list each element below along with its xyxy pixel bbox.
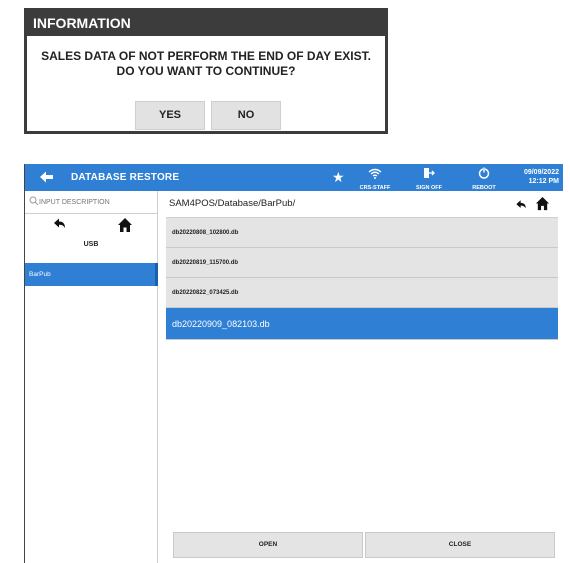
no-button[interactable]: NO [211, 101, 281, 130]
close-button[interactable]: CLOSE [365, 532, 555, 558]
left-panel: USB BarPub [25, 191, 158, 563]
home-icon[interactable] [117, 217, 133, 238]
dialog-message: SALES DATA OF NOT PERFORM THE END OF DAY… [27, 49, 385, 79]
wifi-status[interactable]: CRS-STAFF [350, 166, 400, 191]
left-nav-row [25, 214, 157, 236]
dialog-title: INFORMATION [27, 11, 385, 36]
back-arrow-icon[interactable] [39, 170, 55, 184]
search-box [25, 191, 157, 214]
open-button[interactable]: OPEN [173, 532, 363, 558]
reboot-button[interactable]: REBOOT [459, 166, 509, 191]
search-icon [29, 196, 39, 206]
dialog-message-line2: DO YOU WANT TO CONTINUE? [116, 64, 296, 78]
right-panel: SAM4POS/Database/BarPub/ db20220808_1028… [166, 191, 558, 563]
top-bar: DATABASE RESTORE ★ CRS-STAFF SIGN OFF RE… [25, 164, 563, 191]
sign-out-icon [424, 168, 435, 178]
current-path: SAM4POS/Database/BarPub/ [169, 198, 296, 209]
page-title: DATABASE RESTORE [71, 172, 180, 183]
file-row-selected[interactable]: db20220909_082103.db [166, 308, 558, 340]
date-text: 09/09/2022 [523, 169, 559, 176]
path-bar: SAM4POS/Database/BarPub/ [166, 191, 558, 218]
star-icon[interactable]: ★ [332, 169, 345, 185]
sign-off-button[interactable]: SIGN OFF [404, 166, 454, 191]
action-bar: OPEN CLOSE [173, 532, 556, 558]
undo-arrow-icon[interactable] [515, 198, 528, 216]
file-row[interactable]: db20220822_073425.db [166, 278, 558, 308]
power-icon [478, 167, 490, 179]
selection-indicator [155, 263, 158, 286]
folder-item-barpub[interactable]: BarPub [25, 263, 158, 286]
undo-arrow-icon[interactable] [53, 217, 67, 236]
file-row[interactable]: db20220819_115700.db [166, 248, 558, 278]
time-text: 12:12 PM [528, 178, 559, 185]
information-dialog: INFORMATION SALES DATA OF NOT PERFORM TH… [24, 8, 388, 134]
usb-label: USB [83, 241, 99, 248]
dialog-message-line1: SALES DATA OF NOT PERFORM THE END OF DAY… [41, 49, 371, 63]
home-icon[interactable] [535, 196, 550, 216]
search-input[interactable] [39, 194, 149, 210]
folder-item-label: BarPub [29, 271, 51, 278]
yes-button[interactable]: YES [135, 101, 205, 130]
file-row[interactable]: db20220808_102800.db [166, 218, 558, 248]
date-time: 09/09/2022 12:12 PM [524, 168, 559, 186]
wifi-icon [368, 168, 382, 179]
database-restore-window: DATABASE RESTORE ★ CRS-STAFF SIGN OFF RE… [24, 164, 563, 563]
